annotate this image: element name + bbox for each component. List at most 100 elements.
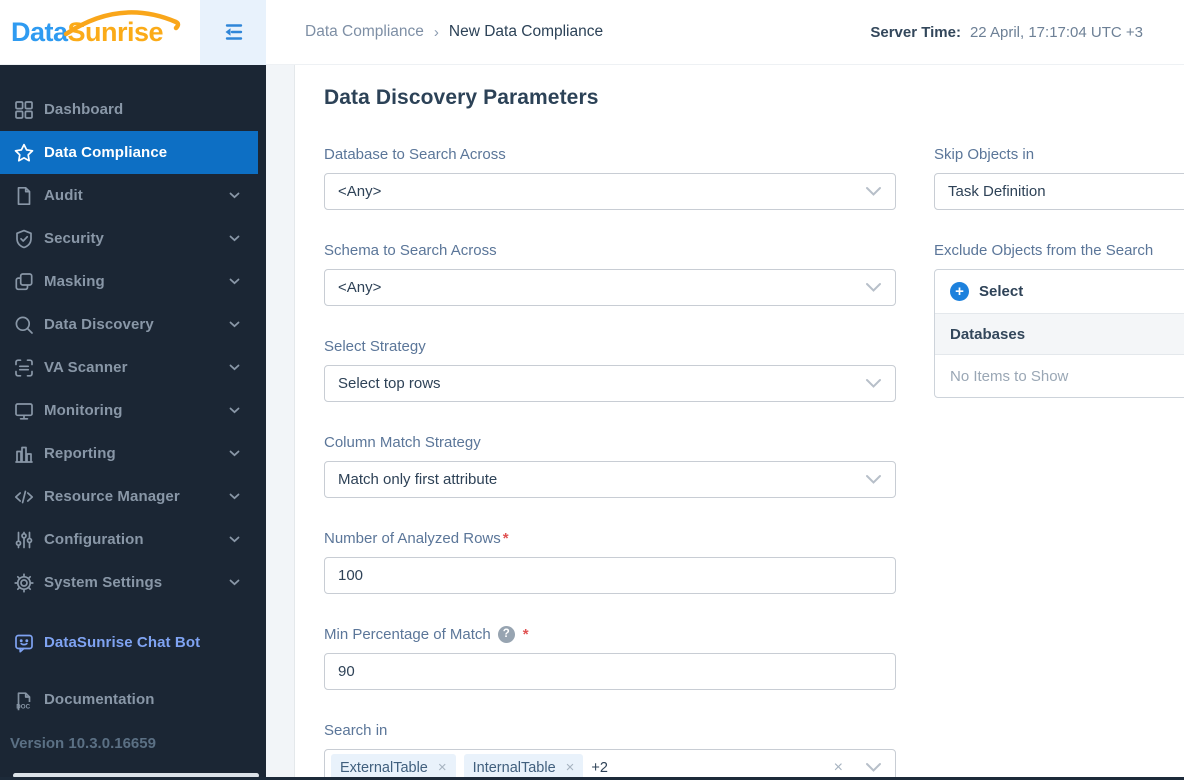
- skip-objects-select[interactable]: Task Definition: [934, 173, 1184, 210]
- code-icon: [13, 486, 35, 508]
- sidebar-separator: [0, 604, 266, 621]
- remove-tag-icon[interactable]: ×: [566, 759, 575, 776]
- sidebar-item-label: Masking: [44, 273, 105, 290]
- sidebar-item-data-discovery[interactable]: Data Discovery: [0, 303, 266, 346]
- selected-value: Task Definition: [948, 183, 1046, 200]
- chevron-down-icon: [229, 192, 240, 199]
- field-label: Search in: [324, 722, 388, 739]
- chevron-down-icon: [865, 474, 882, 485]
- required-asterisk: *: [522, 626, 529, 643]
- plus-circle-icon: +: [950, 282, 969, 301]
- field-label: Skip Objects in: [934, 146, 1035, 163]
- sidebar-item-documentation[interactable]: DOC Documentation: [0, 678, 266, 721]
- sidebar-item-dashboard[interactable]: Dashboard: [0, 88, 266, 131]
- breadcrumb-separator: ›: [433, 23, 439, 41]
- logo-text-sunrise: Sunrise: [63, 9, 180, 48]
- sidebar-item-label: Monitoring: [44, 402, 123, 419]
- chevron-down-icon: [229, 579, 240, 586]
- doc-file-icon: DOC: [13, 689, 35, 711]
- schema-select[interactable]: <Any>: [324, 269, 896, 306]
- brand-zone: Data Sunrise: [0, 0, 266, 65]
- database-select[interactable]: <Any>: [324, 173, 896, 210]
- server-time-value: 22 April, 17:17:04 UTC +3: [969, 23, 1143, 41]
- chevron-down-icon: [229, 364, 240, 371]
- sidebar-item-label: Reporting: [44, 445, 116, 462]
- sidebar-item-label: Dashboard: [44, 101, 124, 118]
- breadcrumb-parent-link[interactable]: Data Compliance: [305, 23, 424, 41]
- sidebar-item-label: Configuration: [44, 531, 144, 548]
- sidebar-item-label: Data Discovery: [44, 316, 154, 333]
- analyzed-rows-input[interactable]: [324, 557, 896, 594]
- clear-all-icon[interactable]: ×: [834, 759, 843, 777]
- chevron-down-icon: [229, 407, 240, 414]
- empty-list-message: No Items to Show: [950, 367, 1069, 385]
- selected-value: <Any>: [338, 279, 382, 296]
- sidebar-item-monitoring[interactable]: Monitoring: [0, 389, 266, 432]
- sidebar-item-system-settings[interactable]: System Settings: [0, 561, 266, 604]
- gear-icon: [13, 572, 35, 594]
- select-objects-button[interactable]: + Select: [935, 270, 1184, 313]
- top-header: Data Sunrise Data Compliance › New Data C…: [0, 0, 1184, 65]
- bar-chart-icon: [13, 443, 35, 465]
- field-label: Number of Analyzed Rows *: [324, 530, 509, 547]
- chevron-down-icon: [229, 278, 240, 285]
- breadcrumb-current: New Data Compliance: [448, 23, 604, 40]
- sidebar-item-data-compliance[interactable]: Data Compliance: [0, 131, 258, 174]
- breadcrumb: Data Compliance › New Data Compliance: [305, 23, 603, 41]
- remove-tag-icon[interactable]: ×: [438, 759, 447, 776]
- sidebar-item-resource-manager[interactable]: Resource Manager: [0, 475, 266, 518]
- sidebar-item-label: VA Scanner: [44, 359, 128, 376]
- chevron-down-icon: [865, 282, 882, 293]
- question-icon[interactable]: ?: [497, 626, 515, 643]
- field-label: Column Match Strategy: [324, 434, 481, 451]
- required-asterisk: *: [502, 530, 509, 547]
- column-match-strategy-select[interactable]: Match only first attribute: [324, 461, 896, 498]
- sidebar-item-audit[interactable]: Audit: [0, 174, 266, 217]
- sidebar-item-reporting[interactable]: Reporting: [0, 432, 266, 475]
- chevron-down-icon: [865, 378, 882, 389]
- min-percentage-input[interactable]: [324, 653, 896, 690]
- sidebar-item-va-scanner[interactable]: VA Scanner: [0, 346, 266, 389]
- sidebar-item-configuration[interactable]: Configuration: [0, 518, 266, 561]
- content-left-gutter: [266, 65, 295, 780]
- star-icon: [13, 142, 35, 164]
- main-sidebar: Dashboard Data Compliance Audit Security: [0, 65, 266, 780]
- datasunrise-logo[interactable]: Data Sunrise: [0, 9, 180, 48]
- field-label: Schema to Search Across: [324, 242, 497, 259]
- chat-bot-icon: [13, 632, 35, 654]
- svg-text:DOC: DOC: [16, 703, 30, 710]
- dashboard-grid-icon: [13, 99, 35, 121]
- page-title: Data Discovery Parameters: [324, 86, 599, 109]
- select-strategy-select[interactable]: Select top rows: [324, 365, 896, 402]
- databases-group-header: Databases: [935, 313, 1184, 355]
- exclude-objects-panel: + Select Databases No Items to Show: [934, 269, 1184, 398]
- sidebar-collapse-button[interactable]: [200, 0, 266, 65]
- sidebar-item-label: DataSunrise Chat Bot: [44, 634, 201, 651]
- sidebar-item-label: Audit: [44, 187, 83, 204]
- collapse-menu-icon: [225, 24, 243, 40]
- more-tags-count: +2: [591, 759, 608, 776]
- version-label: Version 10.3.0.16659: [10, 735, 156, 752]
- document-icon: [13, 185, 35, 207]
- sidebar-item-masking[interactable]: Masking: [0, 260, 266, 303]
- chevron-down-icon: [229, 536, 240, 543]
- parameters-form-column: Database to Search Across <Any> Schema t…: [324, 145, 896, 780]
- sidebar-item-security[interactable]: Security: [0, 217, 266, 260]
- field-label: Database to Search Across: [324, 146, 506, 163]
- server-time-label: Server Time:: [870, 23, 961, 41]
- sidebar-item-chat-bot[interactable]: DataSunrise Chat Bot: [0, 621, 266, 664]
- copy-icon: [13, 271, 35, 293]
- sidebar-item-label: Data Compliance: [44, 144, 168, 161]
- sidebar-item-label: Documentation: [44, 691, 155, 708]
- search-in-multiselect[interactable]: ExternalTable × InternalTable × +2 ×: [324, 749, 896, 780]
- chevron-down-icon: [865, 762, 882, 773]
- selected-value: Match only first attribute: [338, 471, 498, 488]
- field-label: Exclude Objects from the Search: [934, 242, 1154, 259]
- chevron-down-icon: [229, 493, 240, 500]
- sidebar-item-label: Security: [44, 230, 104, 247]
- chevron-down-icon: [229, 235, 240, 242]
- chevron-down-icon: [865, 186, 882, 197]
- scan-frame-icon: [13, 357, 35, 379]
- field-label: Select Strategy: [324, 338, 426, 355]
- chevron-down-icon: [229, 321, 240, 328]
